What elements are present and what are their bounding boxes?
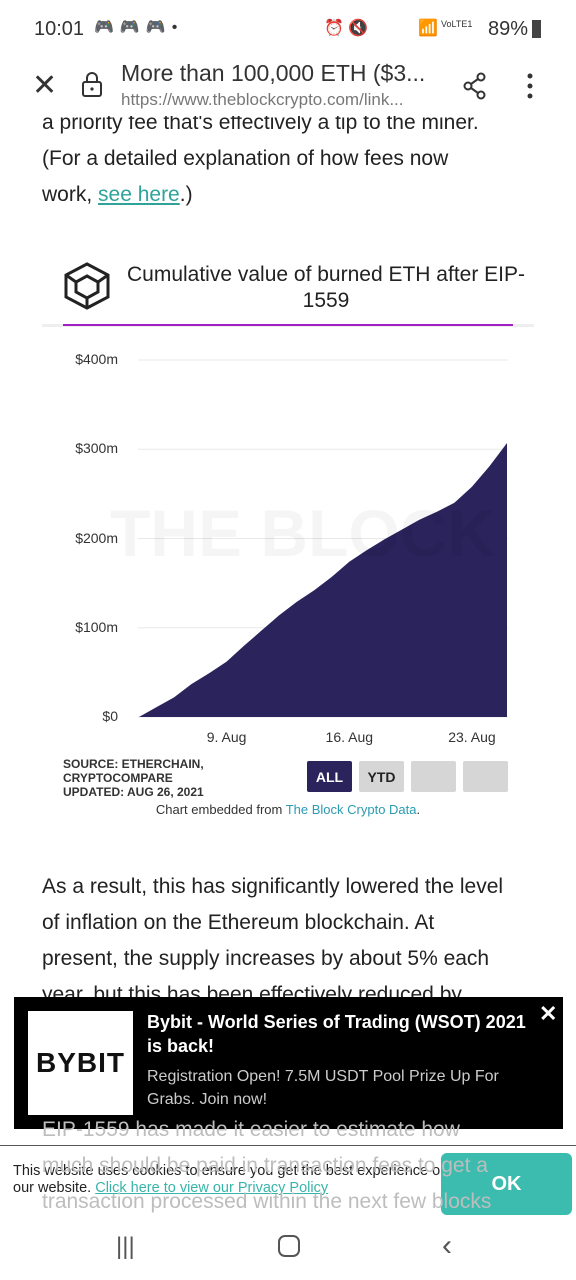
- text-line: EIP-1559 has made it easier to estimate …: [42, 1118, 460, 1141]
- text: .): [179, 183, 193, 206]
- article-paragraph: EIP-1559 has made it easier to estimate …: [42, 1112, 542, 1220]
- recent-apps-icon[interactable]: |||: [116, 1233, 135, 1261]
- text: work,: [42, 183, 99, 206]
- x-tick-label: 16. Aug: [325, 729, 374, 745]
- wifi-icon: 📶: [418, 20, 438, 37]
- share-icon[interactable]: [462, 72, 488, 100]
- battery-level: 89%: [488, 18, 529, 40]
- text: Chart embedded from: [155, 802, 286, 817]
- close-icon[interactable]: ✕: [32, 68, 57, 103]
- android-nav-bar: ||| ‹: [0, 1225, 576, 1280]
- range-ytd-button[interactable]: YTD: [359, 761, 404, 792]
- chart-title: Cumulative value of burned ETH after EIP…: [126, 263, 525, 312]
- y-tick-label: $300m: [75, 440, 118, 457]
- x-tick-label: 9. Aug: [206, 729, 247, 745]
- text-line: of inflation on the Ethereum blockchain.…: [42, 911, 435, 934]
- y-tick-label: $0: [102, 708, 118, 724]
- clock: 10:01: [34, 18, 85, 40]
- source-line: SOURCE: ETHERCHAIN,: [63, 757, 204, 771]
- page-title: More than 100,000 ETH ($3...: [121, 60, 426, 86]
- game-notification-icons: 🎮🎮🎮•: [94, 19, 184, 36]
- source-line: CRYPTOCOMPARE: [63, 771, 173, 785]
- more-options-icon[interactable]: [526, 72, 534, 100]
- the-block-logo-icon: [64, 262, 110, 310]
- alarm-icon: ⏰ 🔇: [324, 20, 369, 37]
- text-line: transaction processed within the next fe…: [42, 1190, 492, 1213]
- title-underline: [63, 324, 513, 326]
- ad-title[interactable]: Bybit - World Series of Trading (WSOT) 2…: [147, 1010, 527, 1058]
- y-tick-label: $400m: [75, 351, 118, 367]
- chart-embed-note: Chart embedded from The Block Crypto Dat…: [0, 802, 576, 817]
- ad-close-icon[interactable]: ✕: [539, 1001, 557, 1027]
- battery-icon: [532, 20, 541, 38]
- text-line: much should be paid in transaction fees …: [42, 1154, 488, 1177]
- text-line: As a result, this has significantly lowe…: [42, 875, 504, 898]
- range-all-button[interactable]: ALL: [307, 761, 352, 792]
- article-paragraph: As a result, this has significantly lowe…: [42, 869, 542, 1013]
- lock-icon[interactable]: [80, 70, 104, 98]
- see-here-link[interactable]: see here: [98, 183, 180, 206]
- network-label: VoLTE1: [441, 19, 473, 29]
- home-icon[interactable]: [278, 1235, 300, 1257]
- page-url[interactable]: https://www.theblockcrypto.com/link...: [121, 90, 404, 110]
- ad-body: Registration Open! 7.5M USDT Pool Prize …: [147, 1068, 499, 1108]
- updated-line: UPDATED: AUG 26, 2021: [63, 785, 204, 799]
- article-paragraph: a priority fee that's effectively a tip …: [42, 105, 542, 213]
- text-line: (For a detailed explanation of how fees …: [42, 147, 449, 170]
- chart-source: SOURCE: ETHERCHAIN, CRYPTOCOMPARE UPDATE…: [63, 757, 204, 799]
- back-icon[interactable]: ‹: [442, 1229, 452, 1263]
- y-tick-label: $200m: [75, 529, 118, 546]
- text-line: present, the supply increases by about 5…: [42, 947, 490, 970]
- x-tick-label: 23. Aug: [448, 729, 496, 745]
- range-button-3[interactable]: [411, 761, 456, 792]
- watermark: THE BLOCK: [110, 495, 495, 571]
- range-button-4[interactable]: [463, 761, 508, 792]
- area-series: [139, 443, 507, 717]
- y-tick-label: $100m: [75, 618, 118, 635]
- text-line: work, see here.): [42, 177, 542, 213]
- browser-toolbar: ✕ More than 100,000 ETH ($3... https://w…: [0, 60, 576, 116]
- text: .: [416, 802, 421, 817]
- bybit-logo: BYBIT: [28, 1011, 133, 1115]
- bybit-ad-banner[interactable]: BYBIT Bybit - World Series of Trading (W…: [14, 997, 563, 1129]
- status-bar: 10:01 🎮🎮🎮• ⏰ 🔇 📶 VoLTE1 89%: [0, 0, 576, 60]
- block-crypto-data-link[interactable]: The Block Crypto Data: [286, 802, 417, 817]
